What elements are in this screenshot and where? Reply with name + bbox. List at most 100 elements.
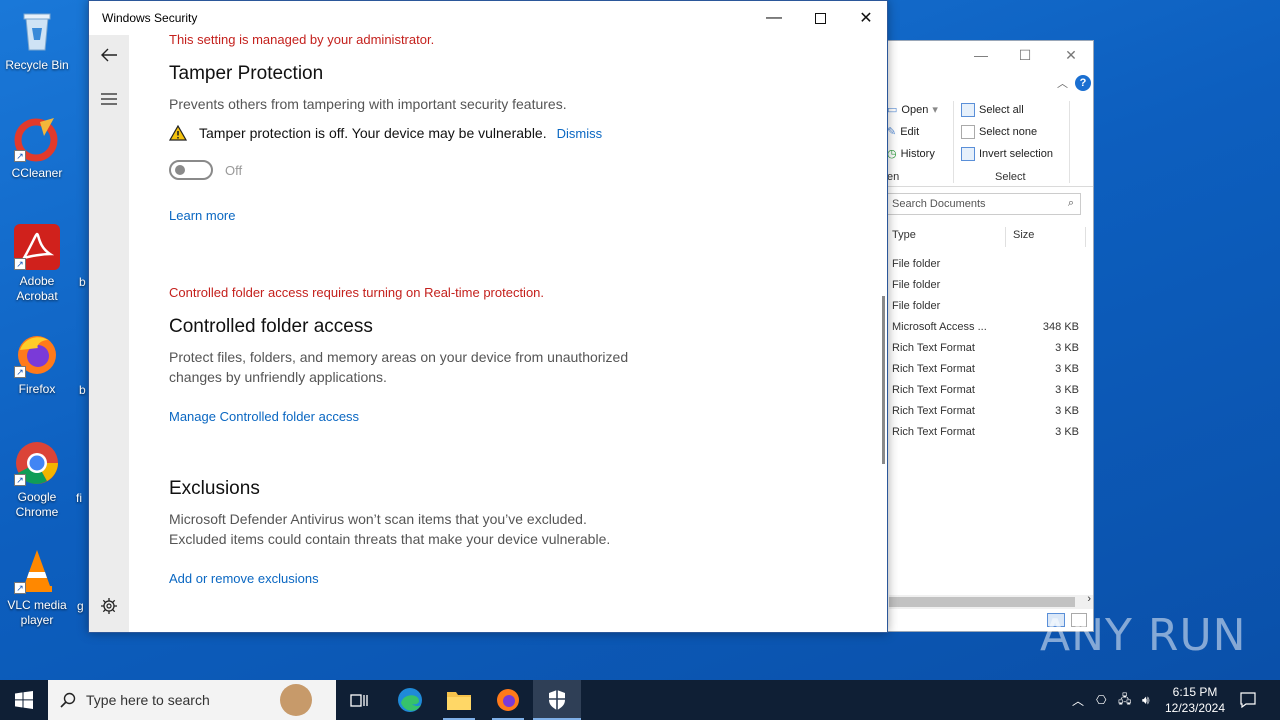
taskbar-search-placeholder: Type here to search (86, 692, 210, 708)
menu-button[interactable] (89, 79, 129, 119)
dismiss-link[interactable]: Dismiss (557, 126, 603, 141)
select-all-icon (961, 103, 975, 117)
file-type-cell: File folder (892, 258, 941, 270)
explorer-close-button[interactable]: ✕ (1063, 47, 1079, 63)
file-list-row[interactable]: File folder (892, 279, 1079, 300)
scrollbar-thumb[interactable] (889, 597, 1075, 607)
clock-time: 6:15 PM (1172, 685, 1218, 699)
taskbar-windows-security[interactable] (533, 680, 581, 720)
add-remove-exclusions-link[interactable]: Add or remove exclusions (169, 571, 319, 586)
ribbon-open-button[interactable]: ▭ Open ▾ (887, 103, 938, 117)
file-size-cell: 3 KB (1055, 426, 1079, 438)
chrome-icon: ↗ (14, 440, 60, 486)
desktop-icon-vlc[interactable]: ↗ VLC media player (2, 548, 72, 628)
taskbar-file-explorer[interactable] (435, 680, 483, 720)
file-type-cell: Rich Text Format (892, 384, 975, 396)
explorer-column-headers: Type Size (881, 227, 1093, 247)
recycle-bin-icon (14, 8, 60, 54)
explorer-minimize-button[interactable]: — (973, 47, 989, 63)
explorer-search-input[interactable]: Search Documents ⌕ (887, 193, 1081, 215)
desktop-icon-label: VLC media player (7, 598, 67, 627)
column-divider[interactable] (1085, 227, 1086, 247)
volume-icon: 🔊︎ (1142, 692, 1150, 707)
exclusions-heading: Exclusions (169, 478, 260, 499)
settings-button[interactable] (89, 586, 129, 626)
scroll-right-icon[interactable]: › (1087, 593, 1091, 605)
start-button[interactable] (0, 680, 48, 720)
windows-security-window[interactable]: Windows Security — ✕ This setting is man… (88, 0, 888, 633)
controlled-folder-access-heading: Controlled folder access (169, 316, 373, 337)
file-size-cell: 3 KB (1055, 384, 1079, 396)
admin-notice: This setting is managed by your administ… (169, 32, 435, 47)
desktop-icon-google-chrome[interactable]: ↗ Google Chrome (2, 440, 72, 520)
firefox-icon (497, 689, 519, 711)
ribbon-divider (953, 101, 954, 183)
file-size-cell (1002, 279, 1079, 300)
clock-date: 12/23/2024 (1164, 701, 1226, 715)
column-header-type[interactable]: Type (892, 229, 916, 241)
taskbar-clock[interactable]: 6:15 PM 12/23/2024 (1160, 684, 1230, 716)
column-divider[interactable] (1005, 227, 1006, 247)
warning-icon (169, 125, 187, 141)
open-icon: ▭ (887, 104, 898, 116)
tray-device-icon[interactable]: ⎔ (1096, 680, 1106, 720)
explorer-maximize-button[interactable]: ☐ (1017, 47, 1033, 63)
explorer-horizontal-scrollbar[interactable]: › (889, 593, 1093, 609)
explorer-titlebar[interactable]: — ☐ ✕ (881, 41, 1093, 71)
cfa-description-line1: Protect files, folders, and memory areas… (169, 349, 629, 365)
learn-more-link[interactable]: Learn more (169, 208, 235, 223)
taskbar-firefox[interactable] (484, 680, 532, 720)
exclusions-description-line1: Microsoft Defender Antivirus won’t scan … (169, 511, 587, 527)
ribbon-invert-selection-button[interactable]: Invert selection (961, 147, 1053, 161)
desktop-icon-adobe-acrobat[interactable]: ↗ Adobe Acrobat (2, 224, 72, 304)
back-button[interactable] (89, 35, 129, 75)
usb-device-icon: ⎔ (1096, 693, 1107, 707)
desktop-icon-firefox[interactable]: ↗ Firefox (2, 332, 72, 397)
ribbon-select-all-button[interactable]: Select all (961, 103, 1024, 117)
show-hidden-icons-button[interactable]: ︿ (1072, 680, 1084, 720)
ribbon-select-none-button[interactable]: Select none (961, 125, 1037, 139)
firefox-icon: ↗ (14, 332, 60, 378)
taskbar-edge[interactable] (386, 680, 434, 720)
desktop-icon-ccleaner[interactable]: ↗ CCleaner (2, 116, 72, 181)
ribbon-edit-button[interactable]: ✎ Edit (887, 125, 919, 139)
taskbar-search-box[interactable]: Type here to search (48, 680, 336, 720)
file-list-row[interactable]: File folder (892, 258, 1079, 279)
file-size-cell: 3 KB (1055, 342, 1079, 354)
tray-volume-icon[interactable]: 🔊︎ (1142, 680, 1150, 720)
ribbon-history-button[interactable]: ◷ History (887, 147, 935, 161)
task-view-button[interactable] (336, 680, 384, 720)
file-list-row[interactable]: Rich Text Format 3 KB (892, 405, 1079, 426)
hamburger-icon (101, 93, 117, 105)
ribbon-open-group-label: en (887, 171, 900, 183)
file-list-row[interactable]: Rich Text Format 3 KB (892, 342, 1079, 363)
tamper-protection-heading: Tamper Protection (169, 63, 324, 84)
back-arrow-icon (101, 48, 117, 62)
desktop-partial-label: b (79, 275, 86, 289)
file-list-row[interactable]: Rich Text Format 3 KB (892, 363, 1079, 384)
file-list-row[interactable]: Rich Text Format 3 KB (892, 426, 1079, 447)
file-type-cell: Rich Text Format (892, 405, 975, 417)
cfa-description-line2: changes by unfriendly applications. (169, 369, 387, 385)
column-header-size[interactable]: Size (1013, 229, 1034, 241)
toggle-state-label: Off (225, 162, 243, 178)
edit-icon: ✎ (887, 126, 897, 138)
search-icon (60, 692, 76, 708)
desktop-icon-label: CCleaner (11, 166, 63, 180)
action-center-button[interactable] (1238, 680, 1258, 720)
desktop-icon-recycle-bin[interactable]: Recycle Bin (2, 8, 72, 73)
shield-icon (549, 690, 565, 710)
windows-logo-icon (15, 691, 33, 709)
tray-network-icon[interactable]: 🖧 (1118, 680, 1131, 720)
file-explorer-window[interactable]: — ☐ ✕ ︿ ? ▭ Open ▾ ✎ Edit ◷ History en Se… (880, 40, 1094, 632)
file-list-row[interactable]: Microsoft Access ... 348 KB (892, 321, 1079, 342)
file-list-row[interactable]: File folder (892, 300, 1079, 321)
security-scrollbar[interactable] (882, 296, 885, 464)
network-icon: 🖧 (1118, 691, 1132, 706)
file-list-row[interactable]: Rich Text Format 3 KB (892, 384, 1079, 405)
history-icon: ◷ (887, 148, 897, 160)
manage-controlled-folder-access-link[interactable]: Manage Controlled folder access (169, 409, 359, 424)
tamper-protection-toggle[interactable] (169, 160, 213, 180)
security-content: This setting is managed by your administ… (129, 1, 887, 632)
file-size-cell: 3 KB (1055, 405, 1079, 417)
